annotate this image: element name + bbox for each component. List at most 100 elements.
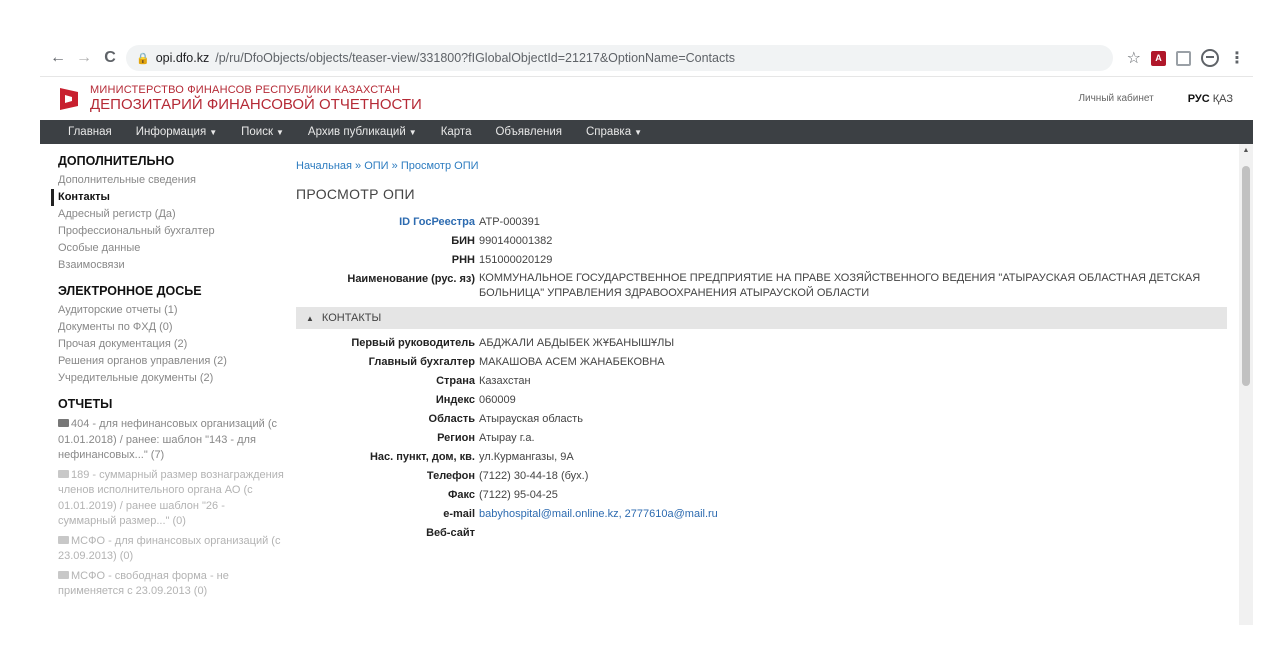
menu-kebab-icon[interactable]: ⋮ [1229,48,1245,68]
forward-arrow-icon[interactable]: → [74,48,94,68]
contact-row: Страна Казахстан [296,373,1253,389]
contact-key-region: Регион [437,432,475,444]
scroll-up-arrow-icon[interactable]: ▲ [1239,144,1253,158]
contact-value-head: АБДЖАЛИ АБДЫБЕК ЖҰБАНЫШҰЛЫ [479,337,675,349]
breadcrumb-home[interactable]: Начальная [296,160,352,172]
sidebar-reports: ОТЧЕТЫ 404 - для нефинансовых организаци… [58,397,284,600]
report-item[interactable]: 189 - суммарный размер вознаграждения чл… [58,468,284,530]
menu-archive-label: Архив публикаций [307,126,406,138]
contact-key-address: Нас. пункт, дом, кв. [369,451,475,463]
menu-info[interactable]: Информация ▼ [124,126,229,138]
sidebar-item-fhd-docs[interactable]: Документы по ФХД (0) [58,319,284,336]
pdf-extension-icon[interactable]: A [1151,50,1166,66]
sidebar-item-professional-accountant[interactable]: Профессиональный бухгалтер [58,223,284,240]
entity-properties: ID ГосРеестра АТР-000391 БИН 99014000138… [296,214,1253,301]
page-scrollbar[interactable]: ▲ ▼ [1239,144,1253,625]
browser-window: ← → C 🔒 opi.dfo.kz/p/ru/DfoObjects/objec… [40,40,1253,625]
bookmark-star-icon[interactable]: ☆ [1127,48,1141,68]
contact-key-head: Первый руководитель [351,337,475,349]
url-host: opi.dfo.kz [155,51,210,65]
sidebar-additional: ДОПОЛНИТЕЛЬНО Дополнительные сведения Ко… [51,154,284,274]
sidebar-item-contacts[interactable]: Контакты [51,189,284,206]
sidebar-item-management-decisions[interactable]: Решения органов управления (2) [58,353,284,370]
sidebar-item-other-docs[interactable]: Прочая документация (2) [58,336,284,353]
caret-down-icon: ▼ [634,128,643,137]
extension-icon[interactable] [1176,50,1191,66]
lang-ru[interactable]: РУС [1188,93,1210,105]
menu-help-label: Справка [586,126,632,138]
menu-search[interactable]: Поиск ▼ [229,126,296,138]
url-path: /p/ru/DfoObjects/objects/teaser-view/331… [215,51,735,65]
report-label: МСФО - для финансовых организаций (с 23.… [58,534,281,563]
prop-key-registry-id[interactable]: ID ГосРеестра [296,214,479,230]
profile-icon[interactable] [1201,49,1219,67]
report-type-icon [58,570,69,579]
report-item[interactable]: МСФО - для финансовых организаций (с 23.… [58,534,284,565]
menu-info-label: Информация [135,126,207,138]
prop-key-name: Наименование (рус. яз) [347,273,475,285]
contacts-section-toggle[interactable]: ▲ КОНТАКТЫ [296,307,1227,329]
menu-help[interactable]: Справка ▼ [574,126,654,138]
address-bar[interactable]: 🔒 opi.dfo.kz/p/ru/DfoObjects/objects/tea… [126,45,1113,71]
browser-toolbar: ← → C 🔒 opi.dfo.kz/p/ru/DfoObjects/objec… [40,40,1253,76]
menu-archive[interactable]: Архив публикаций ▼ [296,126,429,138]
scrollbar-thumb[interactable] [1242,166,1250,386]
contact-key-region-oblast: Область [428,413,475,425]
contact-row: Веб-сайт [296,525,1253,541]
depository-name: ДЕПОЗИТАРИЙ ФИНАНСОВОЙ ОТЧЕТНОСТИ [90,96,422,113]
sidebar-dossier: ЭЛЕКТРОННОЕ ДОСЬЕ Аудиторские отчеты (1)… [58,284,284,387]
menu-ads[interactable]: Объявления [483,126,574,138]
sidebar-item-relations[interactable]: Взаимосвязи [58,257,284,274]
contact-row: Регион Атырау г.а. [296,430,1253,446]
site-header: МИНИСТЕРСТВО ФИНАНСОВ РЕСПУБЛИКИ КАЗАХСТ… [40,76,1253,120]
contact-value-region: Атырау г.а. [479,432,535,444]
sidebar-item-founding-docs[interactable]: Учредительные документы (2) [58,370,284,387]
caret-down-icon: ▼ [408,128,417,137]
language-switcher: РУС ҚАЗ [1188,93,1233,105]
breadcrumb: Начальная » ОПИ » Просмотр ОПИ [296,160,1253,172]
contact-key-fax: Факс [448,489,475,501]
contact-value-email[interactable]: babyhospital@mail.online.kz, 2777610a@ma… [479,506,1253,522]
menu-home[interactable]: Главная [56,126,124,138]
sidebar-item-special-data[interactable]: Особые данные [58,240,284,257]
prop-key-bin: БИН [451,235,475,247]
caret-down-icon: ▼ [209,128,218,137]
property-row: РНН 151000020129 [296,252,1253,268]
back-arrow-icon[interactable]: ← [48,48,68,68]
contact-value-fax: (7122) 95-04-25 [479,489,558,501]
sidebar-additional-title: ДОПОЛНИТЕЛЬНО [58,154,175,168]
dfo-logo-icon[interactable] [60,87,78,110]
collapse-triangle-icon: ▲ [306,313,314,323]
contact-key-country: Страна [436,375,475,387]
contact-key-index: Индекс [435,394,475,406]
reload-icon[interactable]: C [100,48,120,68]
lang-kz[interactable]: ҚАЗ [1213,93,1233,105]
prop-key-rnn: РНН [451,254,475,266]
contacts-list: Первый руководитель АБДЖАЛИ АБДЫБЕК ЖҰБАН… [296,335,1253,541]
breadcrumb-separator: » [355,160,362,172]
breadcrumb-separator: » [391,160,398,172]
sidebar-item-additional-info[interactable]: Дополнительные сведения [58,172,284,189]
breadcrumb-view[interactable]: Просмотр ОПИ [401,160,479,172]
report-item[interactable]: МСФО - свободная форма - не применяется … [58,569,284,600]
org-title[interactable]: МИНИСТЕРСТВО ФИНАНСОВ РЕСПУБЛИКИ КАЗАХСТ… [90,84,422,113]
contacts-section-title: КОНТАКТЫ [321,312,382,324]
contact-value-address: ул.Курмангазы, 9А [479,451,574,463]
report-item[interactable]: 404 - для нефинансовых организаций (с 01… [58,417,284,464]
sidebar: ДОПОЛНИТЕЛЬНО Дополнительные сведения Ко… [40,144,284,625]
contact-key-website: Веб-сайт [426,527,475,539]
property-row: Наименование (рус. яз) КОММУНАЛЬНОЕ ГОСУ… [296,271,1253,301]
sidebar-item-audit-reports[interactable]: Аудиторские отчеты (1) [58,302,284,319]
caret-down-icon: ▼ [276,128,284,137]
property-row: ID ГосРеестра АТР-000391 [296,214,1253,230]
contact-row: Индекс 060009 [296,392,1253,408]
contact-row: Область Атырауская область [296,411,1253,427]
breadcrumb-opi[interactable]: ОПИ [364,160,388,172]
report-type-icon [58,535,69,544]
prop-value-registry-id: АТР-000391 [479,216,540,228]
menu-map[interactable]: Карта [429,126,484,138]
sidebar-item-address-register[interactable]: Адресный регистр (Да) [58,206,284,223]
contact-value-accountant: МАКАШОВА АСЕМ ЖАНАБЕКОВНА [479,356,665,368]
report-label: 189 - суммарный размер вознаграждения чл… [58,468,284,528]
personal-cabinet-link[interactable]: Личный кабинет [1078,93,1153,104]
